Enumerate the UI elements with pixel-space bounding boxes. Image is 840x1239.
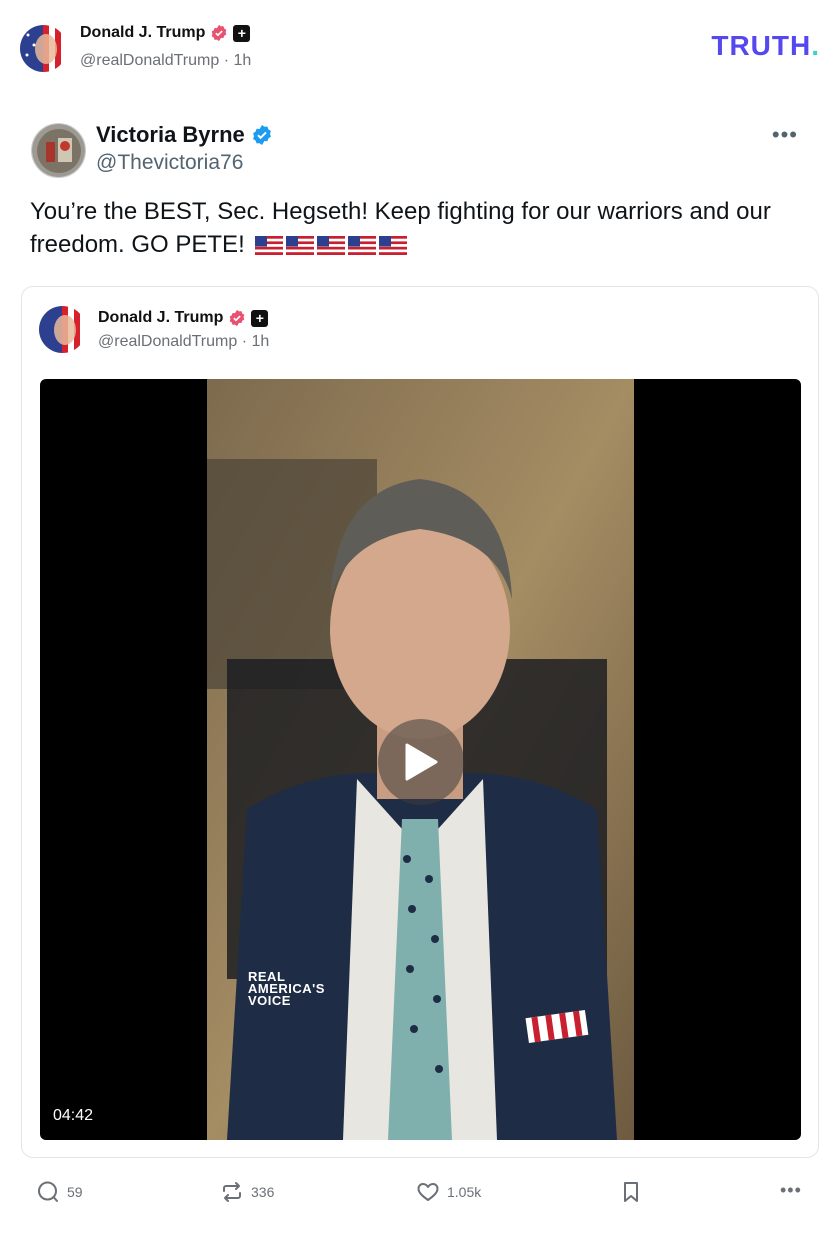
verified-badge-icon [212,24,227,42]
plus-badge-icon: + [233,24,251,42]
bookmark-icon [624,1182,638,1202]
quoted-author-avatar [31,123,86,178]
verified-badge-icon [252,125,271,145]
us-flag-icon [348,236,377,256]
card-post-time[interactable]: 1h [252,333,270,350]
like-count: 1.05k [447,1184,482,1200]
meta-separator: · [241,333,248,350]
heart-icon [417,1183,439,1201]
channel-watermark: REAL AMERICA'S VOICE [248,969,325,1008]
more-horizontal-icon: ••• [780,1180,802,1200]
reply-button[interactable]: 59 [36,1180,83,1204]
repost-icon [223,1182,241,1202]
repost-button[interactable]: 336 [220,1180,274,1204]
repost-count: 336 [251,1184,275,1200]
embedded-post-card[interactable]: Donald J. Trump + @realDonaldTrump · 1h [21,286,819,1158]
quoted-author-handle: @Thevictoria76 [96,151,244,174]
reply-count: 59 [67,1184,83,1200]
post-header: Donald J. Trump + @realDonaldTrump · 1h … [0,0,840,90]
play-icon [405,743,438,781]
card-author-handle[interactable]: @realDonaldTrump [98,333,237,350]
truth-logo[interactable]: TRUTH. [711,30,820,62]
card-author-avatar[interactable] [39,306,86,353]
like-button[interactable]: 1.05k [416,1180,481,1204]
card-author-name[interactable]: Donald J. Trump [98,309,223,327]
play-button[interactable] [378,719,464,805]
comment-icon [38,1181,58,1202]
more-options-button[interactable]: ••• [780,1180,802,1201]
video-duration: 04:42 [53,1107,94,1124]
author-handle[interactable]: @realDonaldTrump [80,52,219,69]
video-player[interactable]: REAL AMERICA'S VOICE 04:42 [40,379,801,1140]
author-avatar[interactable] [20,25,67,72]
us-flag-emojis [255,236,408,256]
us-flag-icon [286,236,315,256]
more-horizontal-icon[interactable]: ••• [772,122,798,148]
plus-badge-icon: + [251,309,269,327]
quoted-author-name: Victoria Byrne [96,122,245,147]
us-flag-icon [379,236,408,256]
verified-badge-icon [230,309,245,327]
author-name[interactable]: Donald J. Trump [80,24,205,42]
action-bar: 59 336 1.05k ••• [0,1172,840,1216]
bookmark-button[interactable] [620,1180,642,1204]
post-time[interactable]: 1h [234,52,252,69]
us-flag-icon [317,236,346,256]
us-flag-icon [255,236,284,256]
meta-separator: · [223,52,230,69]
